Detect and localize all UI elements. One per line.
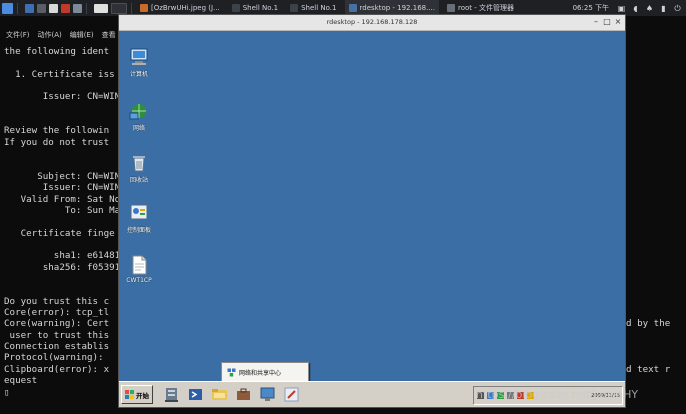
start-button[interactable]: 开始 (121, 385, 153, 404)
system-tray: 06:25 下午 ▣ ◖ ♠ ▮ ⏻ (573, 3, 686, 13)
terminal-line: Protocol(warning): (4, 352, 110, 364)
desktop-icon-label: CWT1CP (126, 277, 152, 284)
computer-icon (129, 47, 149, 67)
terminal-menubar: 文件(F) 动作(A) 编辑(E) 查看 (6, 30, 116, 40)
terminal-line-tail: d by the (626, 318, 671, 330)
desktop-icon-network[interactable]: 网络 (119, 101, 159, 132)
window-app-icon (447, 4, 455, 12)
window-app-icon (290, 4, 299, 12)
power-icon[interactable]: ⏻ (673, 4, 682, 13)
network-icon (129, 101, 149, 121)
close-icon[interactable]: × (613, 17, 623, 27)
window-app-icon (348, 4, 357, 12)
taskbar-window-label: Shell No.1 (301, 4, 337, 12)
browser-launcher-icon[interactable] (61, 3, 70, 13)
terminal-menu-item[interactable]: 文件(F) (6, 30, 30, 40)
terminal-line: To: Sun Ma (4, 204, 121, 216)
window-app-icon (140, 4, 148, 12)
rdesktop-title: rdesktop - 192.168.178.128 (326, 18, 418, 26)
terminal-menu-item[interactable]: 编辑(E) (70, 30, 94, 40)
terminal-line: Connection establis (4, 341, 110, 353)
window-icon[interactable]: ▣ (617, 4, 626, 13)
maximize-icon[interactable]: □ (602, 17, 612, 27)
watermark: https://blog.csdn.net/JasonHY (476, 388, 639, 401)
terminal-line: Review the followin (4, 125, 110, 137)
monitor-icon[interactable] (259, 386, 276, 403)
show-desktop-icon[interactable] (25, 3, 34, 13)
taskbar-window-label: rdesktop - 192.168.... (359, 4, 436, 12)
window-app-icon (231, 4, 240, 12)
start-label: 开始 (136, 391, 149, 400)
recycle-bin-icon (129, 153, 149, 173)
network-sharing-popup[interactable]: 网络和共享中心 (221, 362, 309, 381)
clock[interactable]: 06:25 下午 (573, 3, 609, 13)
explorer-icon[interactable] (211, 386, 228, 403)
terminal-line: equest (4, 375, 38, 387)
terminal-line: Do you trust this c (4, 295, 110, 307)
taskbar-window-label: root - 文件管理器 (458, 4, 515, 12)
desktop-icon-label: 网络 (132, 125, 145, 132)
server-manager-icon[interactable] (163, 386, 180, 403)
lock-icon[interactable]: ▮ (659, 4, 668, 13)
terminal-line: Issuer: CN=WIN (4, 91, 121, 103)
control-panel-icon (129, 203, 149, 223)
taskbar-window-label: Shell No.1 (242, 4, 279, 12)
desktop-icon-label: 控制面板 (126, 227, 151, 234)
terminal-line: If you do not trust (4, 136, 110, 148)
tools-icon[interactable] (283, 386, 300, 403)
terminal-line: ▯ (4, 386, 10, 398)
volume-icon[interactable]: ◖ (631, 4, 640, 13)
desktop-icon-recycle-bin[interactable]: 回收站 (119, 153, 159, 184)
desktop-icon-computer[interactable]: 计算机 (119, 47, 159, 78)
terminal-line: 1. Certificate iss (4, 68, 115, 80)
popup-label: 网络和共享中心 (239, 369, 282, 377)
terminal-line: Certificate finge (4, 227, 115, 239)
taskbar-window-label: [OzBrwUHi.jpeg (J... (151, 4, 220, 12)
terminal-line: sha1: e61481 (4, 250, 121, 262)
desktop-icon-control-panel[interactable]: 控制面板 (119, 203, 159, 234)
terminal-menu-item[interactable]: 动作(A) (38, 30, 62, 40)
terminal-line-tail: d text r (626, 363, 671, 375)
network-sharing-icon (227, 368, 236, 376)
remote-desktop-area[interactable]: 计算机网络回收站控制面板 CWT1CP 网络和共享中心 (119, 31, 625, 381)
desktop-icon-document[interactable]: CWT1CP (119, 255, 159, 284)
terminal-line: Clipboard(error): x (4, 363, 110, 375)
windows-logo-icon (125, 390, 134, 399)
folder-launcher-icon[interactable] (49, 3, 58, 13)
terminal-line: Subject: CN=WIN (4, 170, 121, 182)
editor-launcher-icon[interactable] (73, 3, 82, 13)
terminal-line: sha256: f05391 (4, 261, 121, 273)
terminal-line: Core(error): tcp_tl (4, 307, 110, 319)
rdesktop-titlebar[interactable]: rdesktop - 192.168.178.128 – □ × (119, 15, 625, 31)
terminal-launcher-icon[interactable] (37, 3, 46, 13)
terminal-line: the following ident (4, 46, 110, 57)
powershell-icon[interactable] (187, 386, 204, 403)
desktop-icon-label: 回收站 (129, 177, 148, 184)
app-menu-icon[interactable] (2, 2, 13, 14)
notification-bell-icon[interactable]: ♠ (645, 4, 654, 13)
minimize-icon[interactable]: – (591, 17, 601, 27)
briefcase-icon[interactable] (235, 386, 252, 403)
rdesktop-window[interactable]: rdesktop - 192.168.178.128 – □ × 计算机网络回收… (118, 14, 626, 408)
terminal-line: Issuer: CN=WIN (4, 182, 121, 194)
terminal-line: user to trust this (4, 329, 110, 341)
terminal-line: Core(warning): Cert (4, 318, 110, 330)
workspace-1-icon[interactable] (94, 3, 108, 13)
workspace-2-icon[interactable] (111, 2, 127, 14)
document-icon (129, 255, 149, 275)
terminal-line: Valid From: Sat No (4, 193, 121, 205)
terminal-menu-item[interactable]: 查看 (102, 30, 116, 40)
desktop-icon-label: 计算机 (129, 71, 148, 78)
